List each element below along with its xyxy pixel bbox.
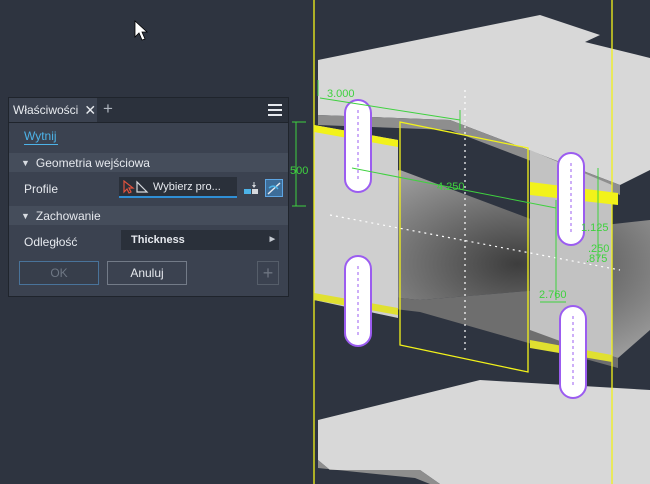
bottom-sheet	[318, 380, 650, 484]
ok-button[interactable]: OK	[19, 261, 99, 285]
tab-properties[interactable]: Właściwości ✕	[9, 98, 97, 122]
distance-input[interactable]: Thickness ▶	[121, 230, 279, 250]
add-tab-icon[interactable]: +	[103, 99, 113, 119]
mouse-cursor-icon	[134, 20, 149, 41]
dimension-3000[interactable]: 3.000	[327, 88, 355, 100]
dimension-4250[interactable]: 4.250	[437, 181, 465, 193]
sketch-select-icon[interactable]	[265, 179, 283, 197]
distance-row: Odległość Thickness ▶	[9, 225, 288, 259]
collapse-triangle-icon: ▼	[21, 157, 30, 168]
hamburger-menu-icon[interactable]	[268, 104, 282, 116]
profile-select[interactable]: Wybierz pro...	[119, 177, 237, 198]
section-title: Zachowanie	[35, 208, 101, 223]
distance-label: Odległość	[24, 235, 78, 249]
apply-plus-button[interactable]: +	[257, 261, 279, 285]
close-icon[interactable]: ✕	[84, 102, 96, 119]
slot-bottom-left[interactable]	[344, 255, 372, 347]
collapse-triangle-icon: ▼	[21, 210, 30, 221]
properties-panel: Właściwości ✕ + Wytnij ▼ Geometria wejśc…	[8, 97, 289, 297]
dimension-2760[interactable]: 2.760	[539, 289, 567, 301]
distance-value: Thickness	[131, 234, 185, 246]
section-title: Geometria wejściowa	[35, 155, 150, 170]
slot-top-left[interactable]	[344, 99, 372, 193]
slot-bottom-right[interactable]	[559, 305, 587, 399]
dimension-1125[interactable]: 1.125	[581, 222, 609, 234]
cut-link[interactable]: Wytnij	[24, 129, 58, 145]
cancel-button[interactable]: Anuluj	[107, 261, 187, 285]
button-row: OK Anuluj +	[9, 259, 288, 293]
profile-select-text: Wybierz pro...	[153, 180, 221, 193]
profile-row: Profile Wybierz pro...	[9, 172, 288, 206]
dimension-500[interactable]: 500	[290, 165, 308, 177]
dimension-875[interactable]: .875	[586, 253, 607, 265]
tab-title: Właściwości	[13, 103, 79, 117]
section-behavior[interactable]: ▼ Zachowanie	[9, 206, 288, 225]
dropdown-arrow-icon[interactable]: ▶	[270, 235, 275, 243]
select-profile-icon	[123, 179, 149, 194]
profile-label: Profile	[24, 182, 59, 196]
section-input-geometry[interactable]: ▼ Geometria wejściowa	[9, 153, 288, 172]
operation-row: Wytnij	[9, 123, 288, 153]
panel-tabbar: Właściwości ✕ +	[9, 98, 288, 123]
profile-option-icon[interactable]	[242, 179, 260, 197]
